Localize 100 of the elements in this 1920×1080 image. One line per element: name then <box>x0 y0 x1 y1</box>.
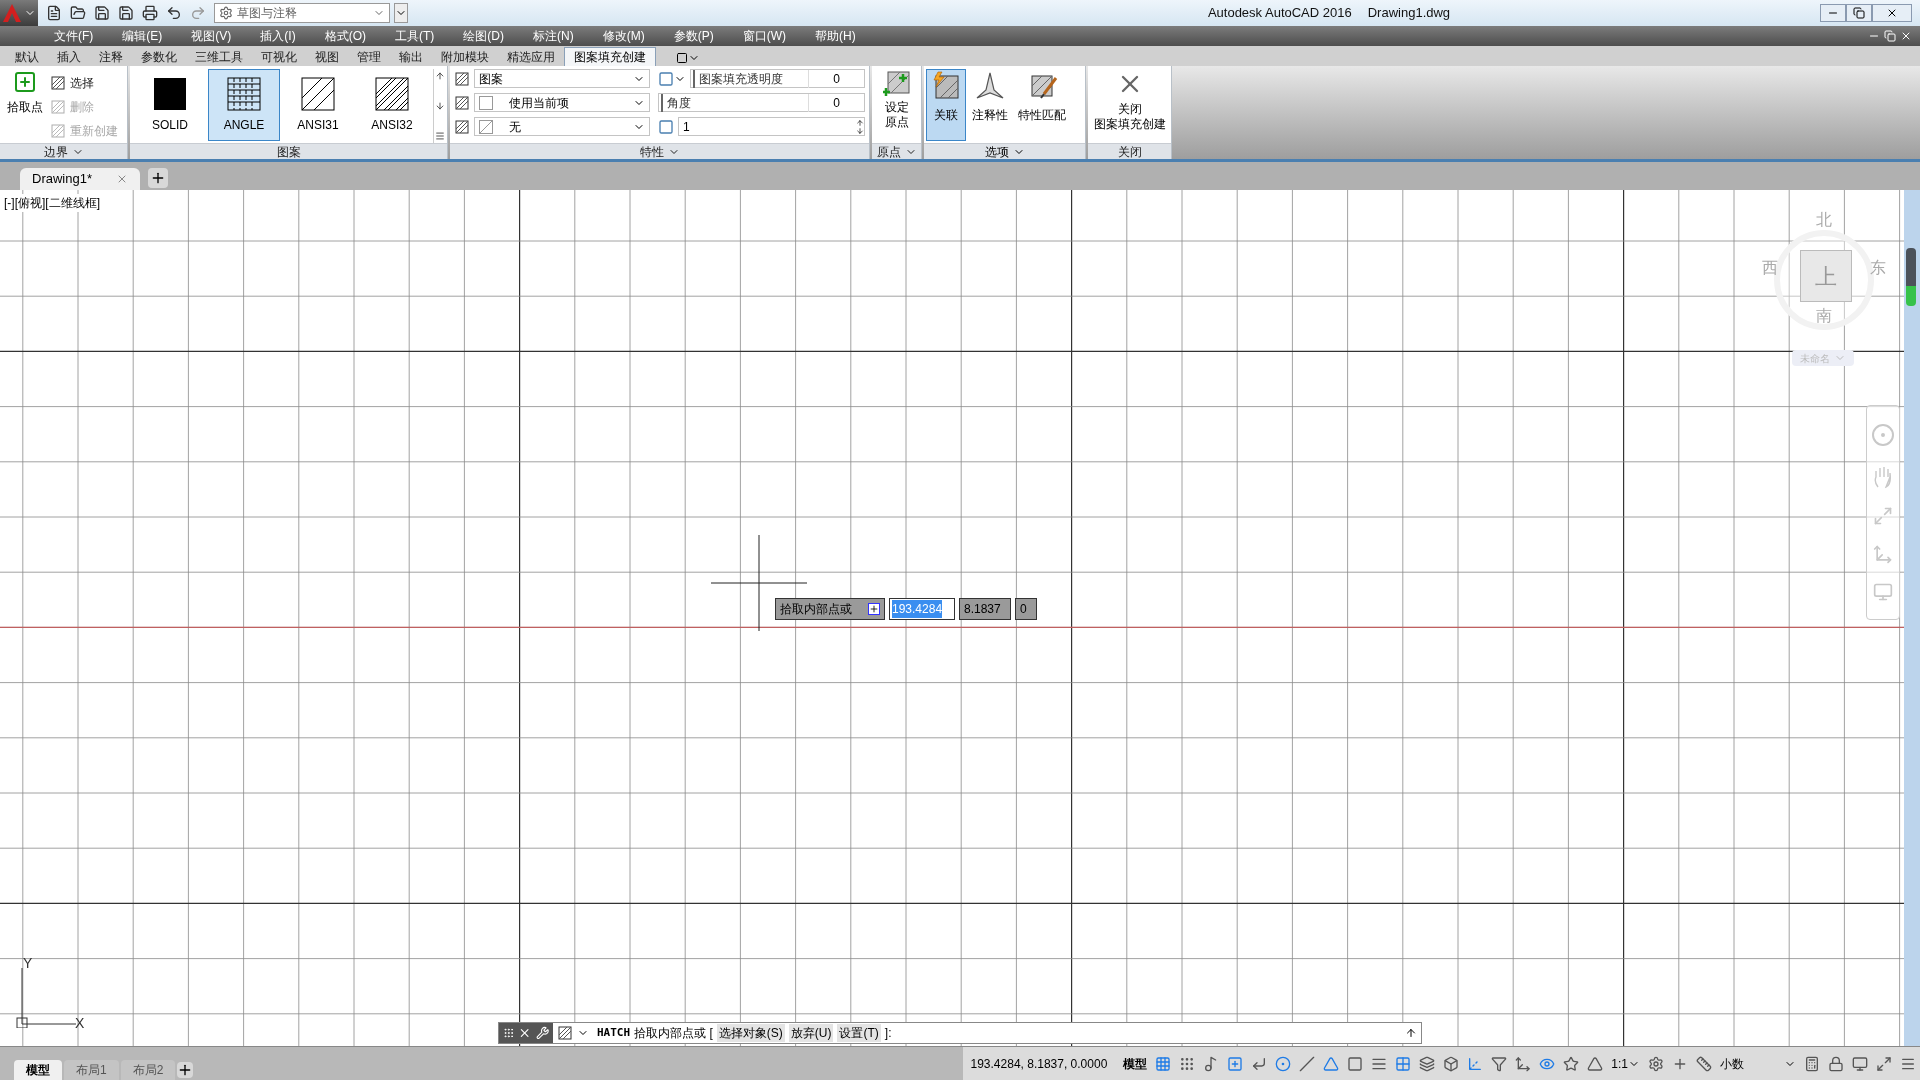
filter-icon[interactable] <box>1491 1055 1508 1072</box>
ribbon-tab[interactable]: 管理 <box>348 47 390 66</box>
save-icon[interactable] <box>94 5 110 21</box>
ribbon-tab[interactable]: 视图 <box>306 47 348 66</box>
new-tab-icon[interactable] <box>148 168 168 188</box>
ribbon-toggle-button[interactable] <box>676 52 700 64</box>
menu-item[interactable]: 修改(M) <box>602 27 645 45</box>
boundary-tool-button[interactable]: 选择 <box>50 74 118 92</box>
angle-icon[interactable] <box>1323 1055 1340 1072</box>
history-icon[interactable] <box>1405 1027 1417 1039</box>
dotted-grid-icon[interactable] <box>1179 1055 1196 1072</box>
pick-points-button[interactable]: 拾取点 <box>4 70 46 143</box>
move-icon[interactable] <box>1515 1055 1532 1072</box>
set-origin-button[interactable]: 设定 原点 <box>872 66 921 143</box>
file-tab[interactable]: Drawing1* <box>20 168 140 190</box>
circle-icon[interactable] <box>1275 1055 1292 1072</box>
menu-item[interactable]: 视图(V) <box>191 27 232 45</box>
y-coordinate-field[interactable]: 8.1837 <box>959 598 1011 620</box>
checker-icon[interactable] <box>1395 1055 1412 1072</box>
menu-item[interactable]: 文件(F) <box>54 27 94 45</box>
transparency-field[interactable]: 图案填充透明度 0 <box>690 69 865 88</box>
hatch-color-dropdown[interactable]: 使用当前项 <box>474 93 650 112</box>
cube-icon[interactable] <box>1443 1055 1460 1072</box>
expand-icon[interactable] <box>868 603 880 615</box>
ribbon-tab[interactable]: 默认 <box>6 47 48 66</box>
open-folder-icon[interactable] <box>70 5 86 21</box>
spin-down-icon[interactable] <box>856 126 864 135</box>
ribbon-tab[interactable]: 输出 <box>390 47 432 66</box>
units-dropdown[interactable]: 小数 <box>1720 1054 1796 1073</box>
save-as-icon[interactable] <box>118 5 134 21</box>
option-button[interactable]: 特性匹配 <box>1014 69 1070 141</box>
scroll-down-icon[interactable] <box>434 101 445 111</box>
print-icon[interactable] <box>142 5 158 21</box>
scroll-thumb[interactable] <box>1906 248 1916 306</box>
corner-icon[interactable] <box>1251 1055 1268 1072</box>
axis-icon[interactable] <box>1467 1055 1484 1072</box>
minimize-button[interactable] <box>1820 4 1846 22</box>
ribbon-tab[interactable]: 附加模块 <box>432 47 498 66</box>
slash-icon[interactable] <box>1299 1055 1316 1072</box>
menu-item[interactable]: 帮助(H) <box>815 27 856 45</box>
scale-field[interactable]: 1 <box>678 117 865 136</box>
menu-item[interactable]: 标注(N) <box>533 27 574 45</box>
close-icon[interactable] <box>116 173 128 185</box>
command-prompt: 拾取内部点或 [ <box>634 1025 713 1042</box>
ribbon-tab[interactable]: 图案填充创建 <box>564 47 656 66</box>
star-icon[interactable] <box>1563 1055 1580 1072</box>
ribbon-tab[interactable]: 参数化 <box>132 47 186 66</box>
square-icon[interactable] <box>1347 1055 1364 1072</box>
menu-item[interactable]: 编辑(E) <box>122 27 163 45</box>
annotation-scale-dropdown[interactable]: 1:1 <box>1611 1054 1640 1073</box>
background-color-dropdown[interactable]: 无 <box>474 117 650 136</box>
new-layout-icon[interactable] <box>177 1062 194 1078</box>
close-icon[interactable] <box>1900 30 1912 42</box>
ribbon-tab[interactable]: 三维工具 <box>186 47 252 66</box>
layout-tab[interactable]: 布局2 <box>120 1060 176 1080</box>
plus-square-icon[interactable] <box>1227 1055 1244 1072</box>
triangle-icon[interactable] <box>1587 1055 1604 1072</box>
new-file-icon[interactable] <box>46 5 62 21</box>
menu-item[interactable]: 绘图(D) <box>463 27 504 45</box>
undo-icon[interactable] <box>166 5 182 21</box>
spin-up-icon[interactable] <box>856 118 864 127</box>
hatch-type-dropdown[interactable]: 图案 <box>474 69 650 88</box>
menu-item[interactable]: 格式(O) <box>324 27 366 45</box>
ribbon-tab[interactable]: 插入 <box>48 47 90 66</box>
calculator-icon[interactable] <box>1804 1055 1820 1072</box>
viewport-label[interactable]: [-][俯视][二维线框] <box>4 194 100 212</box>
menu-item[interactable]: 参数(P) <box>673 27 714 45</box>
fullscreen-icon[interactable] <box>1876 1055 1892 1072</box>
restore-icon[interactable] <box>1884 30 1896 42</box>
layout-tab[interactable]: 模型 <box>14 1060 62 1080</box>
transparency-type-button[interactable] <box>658 70 686 87</box>
space-toggle[interactable]: 模型 <box>1123 1054 1148 1073</box>
command-option[interactable]: 放弃(U) <box>788 1024 834 1042</box>
customize-button[interactable] <box>394 3 408 23</box>
z-coordinate-field[interactable]: 0 <box>1015 598 1037 620</box>
ribbon-tab[interactable]: 注释 <box>90 47 132 66</box>
option-button[interactable]: 关联 <box>926 69 966 141</box>
monitor-icon[interactable] <box>1852 1055 1868 1072</box>
angle-field[interactable]: 角度 0 <box>658 93 865 112</box>
menu-item[interactable]: 插入(I) <box>260 27 296 45</box>
command-option[interactable]: 选择对象(S) <box>716 1024 785 1042</box>
option-button[interactable]: 注释性 <box>968 69 1012 141</box>
gear-icon[interactable] <box>1648 1055 1664 1072</box>
ribbon-tab[interactable]: 可视化 <box>252 47 306 66</box>
layout-tab[interactable]: 布局1 <box>64 1060 119 1080</box>
workspace-dropdown[interactable]: 草图与注释 <box>214 3 390 23</box>
grid-icon[interactable] <box>1155 1055 1172 1072</box>
layers-icon[interactable] <box>1419 1055 1436 1072</box>
restore-button[interactable] <box>1846 4 1872 22</box>
menu-item[interactable]: 工具(T) <box>395 27 435 45</box>
wrench-icon[interactable] <box>535 1026 549 1040</box>
close-icon[interactable] <box>518 1026 532 1040</box>
command-option[interactable]: 设置(T) <box>837 1024 881 1042</box>
lock-icon[interactable] <box>1828 1055 1844 1072</box>
scroll-up-icon[interactable] <box>434 71 445 81</box>
ribbon-tab[interactable]: 精选应用 <box>498 47 564 66</box>
app-menu-button[interactable] <box>0 0 38 26</box>
close-hatch-button[interactable]: 关闭 图案填充创建 <box>1088 66 1171 143</box>
pattern-swatch[interactable]: ANGLE <box>208 69 280 141</box>
menu-item[interactable]: 窗口(W) <box>742 27 786 45</box>
